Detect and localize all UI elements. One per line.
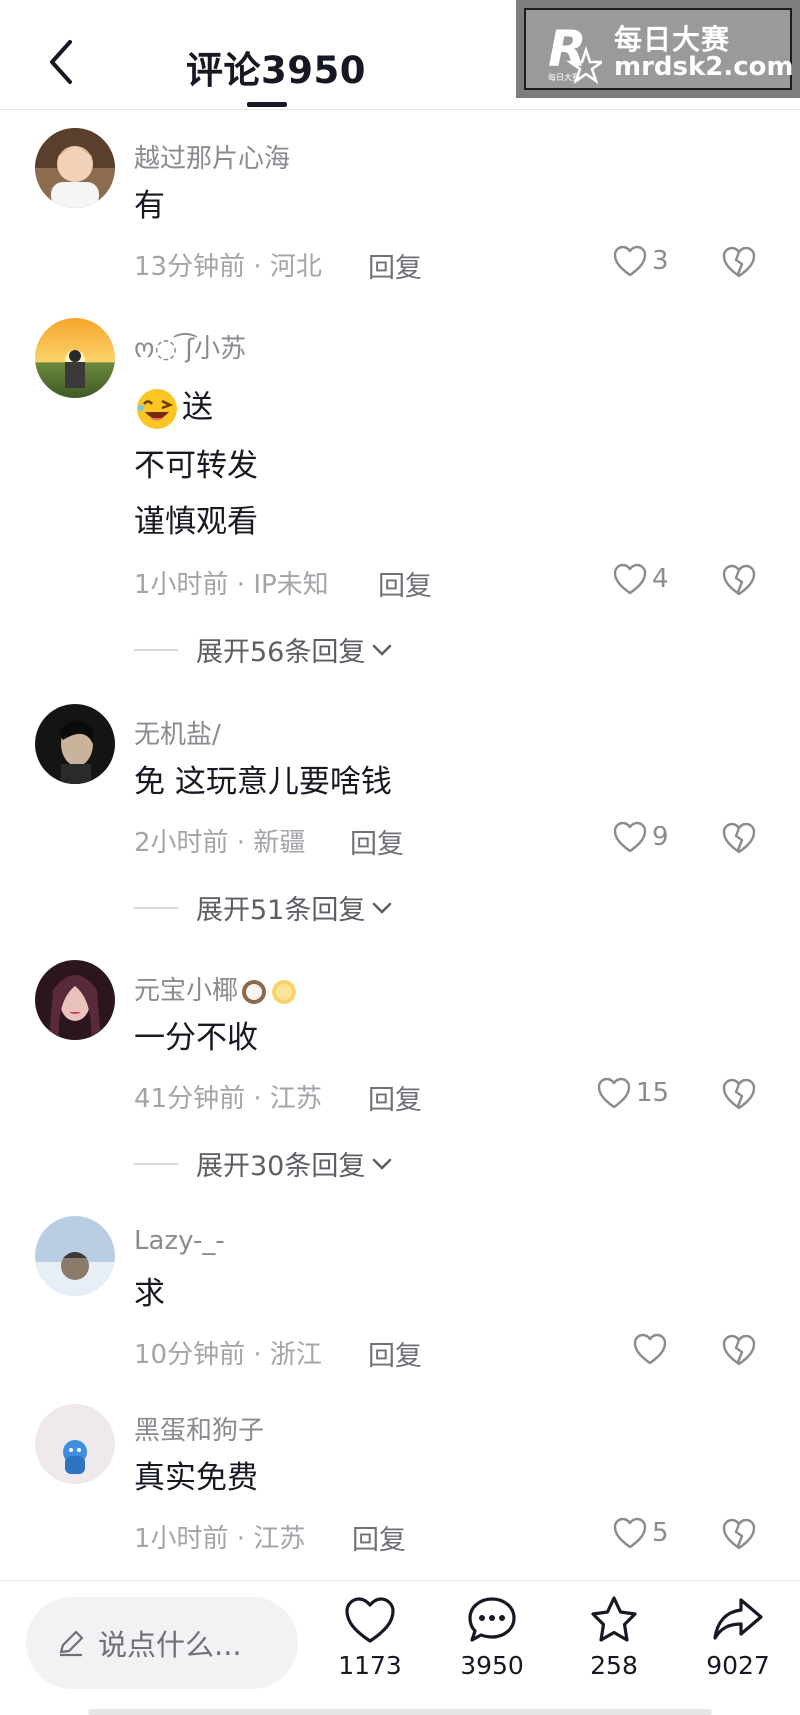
- comment-text: 真实免费: [134, 1460, 258, 1496]
- avatar[interactable]: [35, 1404, 115, 1484]
- comment-text-line: 不可转发: [134, 448, 258, 484]
- pencil-icon: [59, 1630, 84, 1657]
- reply-button[interactable]: 回复: [368, 1078, 422, 1117]
- comment-time-location: 10分钟前 · 浙江: [134, 1340, 322, 1370]
- reply-button[interactable]: 回复: [368, 1334, 422, 1373]
- heart-icon: [613, 245, 647, 277]
- like-video-button[interactable]: 1173: [320, 1595, 420, 1680]
- broken-heart-icon[interactable]: [720, 1332, 758, 1368]
- home-indicator: [88, 1709, 712, 1715]
- reply-button[interactable]: 回复: [350, 822, 404, 861]
- favorite-button[interactable]: 258: [564, 1595, 664, 1680]
- comment-count: 3950: [460, 1651, 524, 1680]
- like-button[interactable]: [632, 1332, 672, 1366]
- like-button[interactable]: 9: [612, 820, 669, 854]
- broken-heart-icon[interactable]: [720, 244, 758, 280]
- like-button[interactable]: 15: [596, 1076, 669, 1110]
- comment-text: 免 这玩意儿要啥钱: [134, 764, 392, 800]
- comment-time-location: 1小时前 · 江苏: [134, 1524, 306, 1554]
- comment-text: 一分不收: [134, 1020, 258, 1056]
- broken-heart-icon[interactable]: [720, 1516, 758, 1552]
- expand-replies-button[interactable]: 展开56条回复: [134, 630, 393, 669]
- like-count: 5: [652, 1518, 669, 1548]
- comment-time-location: 2小时前 · 新疆: [134, 828, 306, 858]
- share-button[interactable]: 9027: [688, 1595, 788, 1680]
- comment-username[interactable]: 黑蛋和狗子: [134, 1410, 264, 1447]
- comment-time-location: 13分钟前 · 河北: [134, 252, 322, 282]
- heart-icon: [613, 1517, 647, 1549]
- chevron-down-icon: [373, 644, 392, 656]
- comment-button[interactable]: 3950: [442, 1595, 542, 1680]
- broken-heart-icon[interactable]: [720, 820, 758, 856]
- back-button[interactable]: [36, 34, 86, 90]
- favorite-count: 258: [590, 1651, 638, 1680]
- comment-time-location: 1小时前 · IP未知: [134, 570, 329, 600]
- avatar[interactable]: [35, 318, 115, 398]
- coconut-emoji-icon: [242, 979, 267, 1004]
- chevron-down-icon: [373, 902, 392, 914]
- heart-icon: [613, 821, 647, 853]
- laughing-emoji-icon: [137, 389, 177, 429]
- share-icon: [713, 1598, 763, 1640]
- like-button[interactable]: 5: [612, 1516, 669, 1550]
- avatar[interactable]: [35, 704, 115, 784]
- comment-username[interactable]: Lazy-_-: [134, 1226, 225, 1256]
- comment-username[interactable]: ო◌ ͡ʃ小苏: [134, 328, 246, 365]
- expand-replies-button[interactable]: 展开30条回复: [134, 1144, 393, 1183]
- heart-icon: [597, 1077, 631, 1109]
- bottom-action-bar: 说点什么... 1173 3950 258 9027: [0, 1580, 800, 1715]
- avatar[interactable]: [35, 960, 115, 1040]
- like-button[interactable]: 4: [612, 562, 669, 596]
- heart-icon: [613, 563, 647, 595]
- comment-username[interactable]: 元宝小椰: [134, 970, 298, 1007]
- heart-icon: [345, 1597, 395, 1643]
- reply-button[interactable]: 回复: [352, 1518, 406, 1557]
- like-button[interactable]: 3: [612, 244, 669, 278]
- like-count: 4: [652, 564, 669, 594]
- avatar[interactable]: [35, 128, 115, 208]
- comment-input[interactable]: 说点什么...: [26, 1597, 298, 1689]
- svg-text:每日大赛: 每日大赛: [548, 72, 580, 82]
- chevron-down-icon: [373, 1158, 392, 1170]
- comment-icon: [468, 1597, 516, 1642]
- comment-text-line: 送: [182, 389, 213, 426]
- like-count: 9: [652, 822, 669, 852]
- star-icon: [591, 1596, 637, 1642]
- gold-coin-icon: [272, 979, 297, 1004]
- heart-icon: [633, 1333, 667, 1365]
- comment-text: 送: [134, 386, 213, 432]
- share-count: 9027: [706, 1651, 770, 1680]
- comment-username[interactable]: 无机盐/: [134, 714, 221, 751]
- like-count: 3: [652, 246, 669, 276]
- comment-time-location: 41分钟前 · 江苏: [134, 1084, 322, 1114]
- broken-heart-icon[interactable]: [720, 1076, 758, 1112]
- avatar[interactable]: [35, 1216, 115, 1296]
- comment-text-line: 谨慎观看: [134, 504, 258, 540]
- broken-heart-icon[interactable]: [720, 562, 758, 598]
- reply-button[interactable]: 回复: [368, 246, 422, 285]
- comment-text: 求: [134, 1276, 165, 1312]
- title-underline: [247, 102, 287, 107]
- like-count: 15: [636, 1078, 670, 1108]
- watermark-badge: R 每日大赛 每日大赛 mrdsk2.com: [516, 0, 800, 98]
- page-title: 评论3950: [186, 49, 366, 92]
- comment-username[interactable]: 越过那片心海: [134, 138, 290, 175]
- expand-replies-button[interactable]: 展开51条回复: [134, 888, 393, 927]
- watermark-url: mrdsk2.com: [614, 52, 794, 82]
- reply-button[interactable]: 回复: [378, 564, 432, 603]
- comment-input-placeholder: 说点什么...: [98, 1628, 242, 1662]
- comment-text: 有: [134, 188, 165, 224]
- back-icon: [50, 40, 72, 84]
- brand-logo-icon: R 每日大赛: [548, 20, 602, 84]
- like-count: 1173: [338, 1651, 402, 1680]
